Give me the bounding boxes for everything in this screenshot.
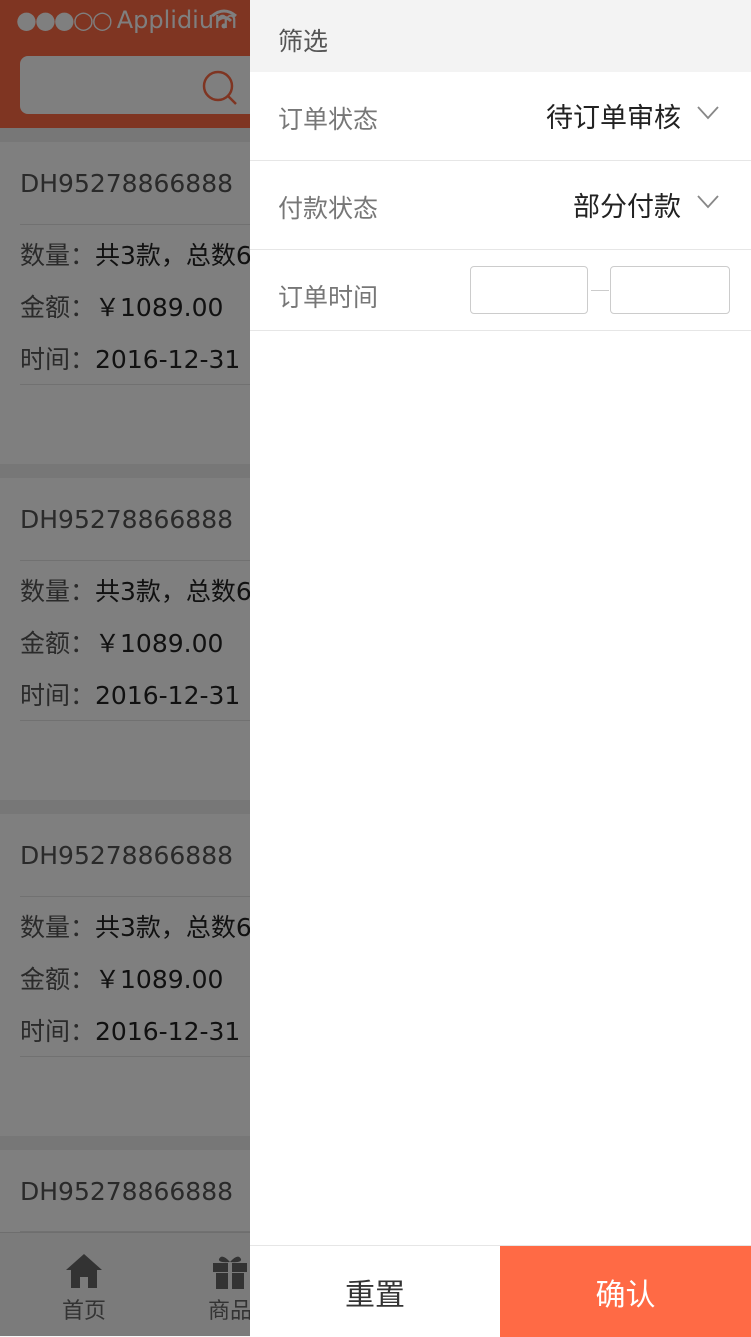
- payment-status-value[interactable]: 部分付款: [573, 185, 681, 224]
- chevron-down-icon[interactable]: [697, 106, 719, 120]
- chevron-down-icon[interactable]: [697, 195, 719, 209]
- end-date-input[interactable]: [610, 266, 730, 314]
- order-time-label: 订单时间: [278, 283, 379, 312]
- filter-actions: 重置 确认: [250, 1245, 751, 1337]
- confirm-button[interactable]: 确认: [500, 1246, 751, 1337]
- payment-status-filter[interactable]: 付款状态 部分付款: [250, 161, 751, 250]
- reset-button[interactable]: 重置: [250, 1246, 500, 1337]
- filter-title: 筛选: [278, 27, 329, 56]
- date-range-separator: [591, 290, 609, 291]
- start-date-input[interactable]: [470, 266, 588, 314]
- order-status-filter[interactable]: 订单状态 待订单审核: [250, 72, 751, 161]
- payment-status-label: 付款状态: [278, 194, 379, 223]
- filter-drawer: 筛选 订单状态 待订单审核 付款状态 部分付款 订单时间 重置 确认: [250, 0, 751, 1337]
- order-status-value[interactable]: 待订单审核: [546, 96, 681, 135]
- order-status-label: 订单状态: [278, 105, 379, 134]
- order-time-filter: 订单时间: [250, 250, 751, 331]
- filter-header: 筛选: [250, 0, 751, 72]
